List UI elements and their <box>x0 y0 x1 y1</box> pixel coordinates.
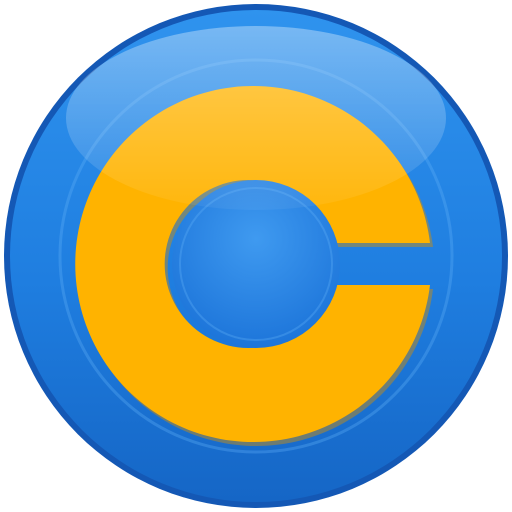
c-letter-logo-icon <box>4 4 508 508</box>
logo-container <box>0 0 512 512</box>
gloss-highlight <box>66 26 446 210</box>
